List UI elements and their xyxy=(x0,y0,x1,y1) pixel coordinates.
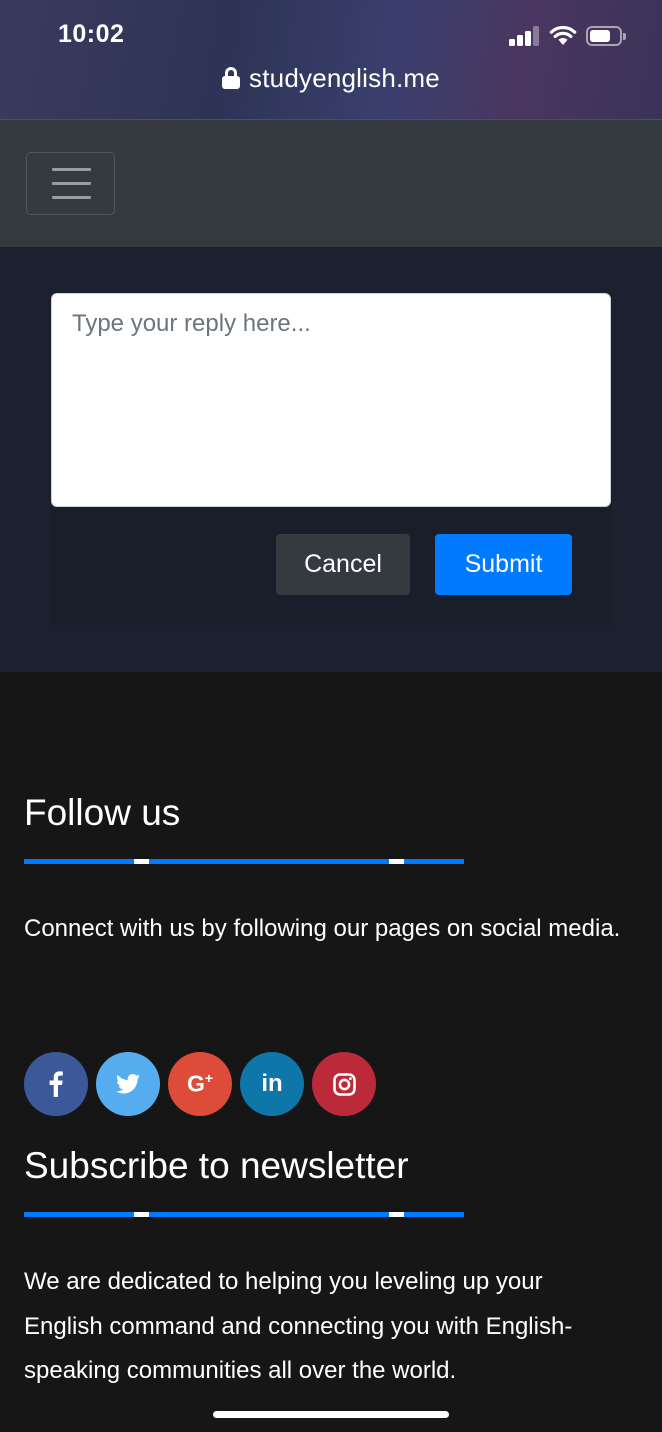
address-bar[interactable]: studyenglish.me xyxy=(0,60,662,96)
instagram-button[interactable] xyxy=(312,1052,376,1116)
twitter-button[interactable] xyxy=(96,1052,160,1116)
battery-icon xyxy=(586,26,626,46)
facebook-icon xyxy=(49,1071,63,1097)
status-time: 10:02 xyxy=(58,20,125,48)
submit-button[interactable]: Submit xyxy=(435,534,572,595)
newsletter-divider xyxy=(24,1212,464,1217)
follow-us-text: Connect with us by following our pages o… xyxy=(24,915,621,942)
instagram-icon xyxy=(332,1072,356,1096)
facebook-button[interactable] xyxy=(24,1052,88,1116)
twitter-icon xyxy=(116,1074,140,1094)
follow-us-divider xyxy=(24,859,464,864)
google-plus-icon: G+ xyxy=(186,1070,214,1097)
linkedin-icon: in xyxy=(261,1070,283,1097)
newsletter-text: We are dedicated to helping you leveling… xyxy=(24,1268,573,1384)
navbar-toggler-button[interactable] xyxy=(26,152,115,215)
url-text: studyenglish.me xyxy=(249,62,440,93)
home-indicator xyxy=(213,1411,449,1418)
social-links: G+ in xyxy=(24,1052,376,1116)
follow-us-heading: Follow us xyxy=(24,792,181,833)
newsletter-heading: Subscribe to newsletter xyxy=(24,1145,409,1186)
lock-icon xyxy=(222,67,241,89)
cellular-signal-icon xyxy=(509,26,541,46)
linkedin-button[interactable]: in xyxy=(240,1052,304,1116)
navbar xyxy=(0,120,662,247)
wifi-icon xyxy=(549,25,577,45)
reply-textarea[interactable] xyxy=(51,293,611,507)
cancel-button[interactable]: Cancel xyxy=(276,534,410,595)
google-plus-button[interactable]: G+ xyxy=(168,1052,232,1116)
browser-chrome: 10:02 studyenglish.me xyxy=(0,0,662,120)
